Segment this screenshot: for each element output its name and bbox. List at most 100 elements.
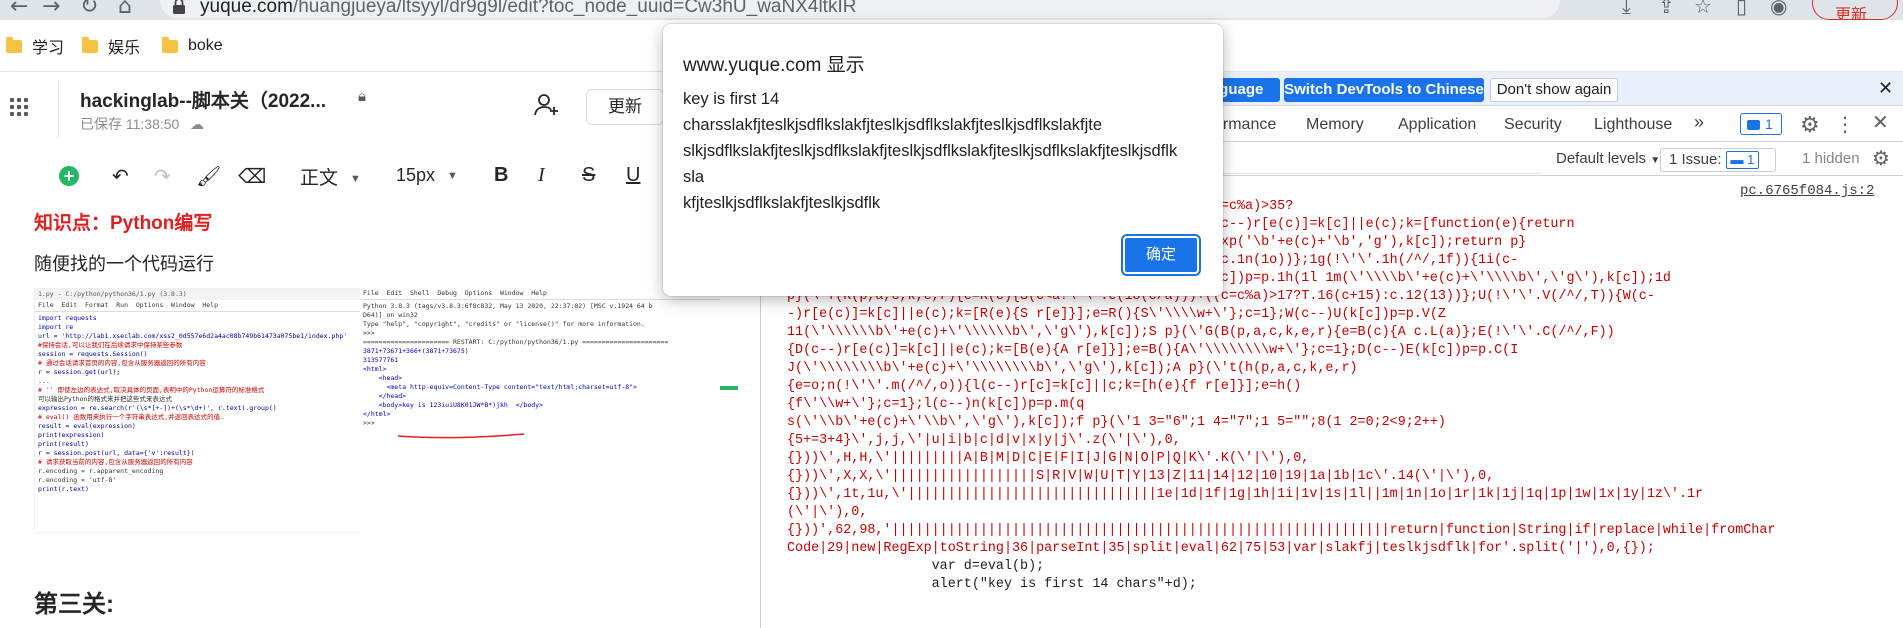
- more-tabs-icon[interactable]: »: [1694, 112, 1704, 133]
- back-icon[interactable]: ←: [10, 0, 28, 19]
- underline-icon[interactable]: U: [626, 164, 640, 187]
- undo-icon[interactable]: ↶: [112, 164, 129, 188]
- console-code-line: {}))\',X,X,\'||||||||||||||||||S|R|V|W|U…: [787, 469, 1495, 484]
- code-line: 313577761: [363, 356, 399, 364]
- reload-icon[interactable]: ↻: [80, 0, 98, 19]
- red-underline-annotation: [397, 433, 525, 439]
- add-collaborator-icon[interactable]: [534, 93, 560, 117]
- clear-format-icon[interactable]: ⌫: [238, 164, 266, 188]
- update-button[interactable]: 更新: [586, 89, 664, 125]
- share-icon[interactable]: ⇪: [1658, 0, 1675, 18]
- cloud-icon: ☁︎: [190, 116, 204, 132]
- folder-icon: [6, 36, 22, 53]
- italic-icon[interactable]: I: [538, 164, 545, 187]
- profile-icon[interactable]: ◉: [1770, 0, 1787, 18]
- code-line: session = requests.Session(): [38, 350, 148, 358]
- bookmark-folder-boke[interactable]: boke: [162, 36, 223, 56]
- strikethrough-icon[interactable]: S: [582, 164, 595, 187]
- private-lock-icon: 🔒︎: [358, 88, 366, 105]
- bookmark-folder-fun[interactable]: 娱乐: [82, 36, 141, 57]
- editor-window-title: 1.py - C:/python/python36/1.py (3.8.3): [35, 289, 363, 300]
- switch-devtools-chinese-button[interactable]: Switch DevTools to Chinese: [1284, 78, 1484, 102]
- code-line: result = eval(expression): [38, 422, 136, 430]
- code-line: >>>: [363, 329, 375, 337]
- paragraph-style-select[interactable]: 正文 ▼: [300, 163, 361, 190]
- console-code-line: {}))',62,98,'|||||||||||||||||||||||||||…: [787, 523, 1776, 538]
- code-screenshot-left: 1.py - C:/python/python36/1.py (3.8.3) F…: [34, 288, 364, 533]
- console-code-line: s(\'\\b\'+e(c)+\'\\b\',\'g\'),k[c]);f p}…: [787, 415, 1446, 430]
- chevron-down-icon: ▼: [1650, 155, 1661, 166]
- download-icon[interactable]: ⤓: [1622, 0, 1631, 18]
- bookmark-label: 娱乐: [108, 40, 141, 57]
- heading-knowledge-point: 知识点：Python编写: [34, 213, 213, 234]
- code-line: <meta http-equiv=Content-Type content="t…: [363, 383, 637, 391]
- message-icon: [1747, 120, 1760, 130]
- home-icon[interactable]: ⌂: [118, 0, 132, 19]
- tab-security[interactable]: Security: [1504, 116, 1562, 134]
- console-code-line: {f\'\\w+\'};c=1};l(c--)n(k[c])p=p.m(q: [787, 397, 1085, 412]
- code-line: #保持会话,可以让我们在后续请求中保持某些参数: [38, 341, 183, 349]
- dialog-title: www.yuque.com 显示: [683, 55, 865, 76]
- format-painter-icon[interactable]: 🖌︎: [196, 164, 221, 188]
- size-value: 15px: [396, 165, 436, 185]
- levels-label: Default levels: [1556, 150, 1647, 167]
- document-title[interactable]: hackinglab--脚本关（2022...: [80, 86, 326, 113]
- dialog-ok-button[interactable]: 确定: [1121, 234, 1201, 276]
- issues-button[interactable]: 1 Issue: ▬ 1: [1660, 148, 1776, 172]
- insert-plus-icon[interactable]: +: [59, 166, 79, 186]
- code-line: print(expression): [38, 431, 105, 439]
- editor-code: import requests import re url = 'http://la…: [35, 312, 363, 496]
- scroll-marker: [720, 386, 738, 390]
- code-line: <head>: [363, 374, 403, 382]
- dialog-message: key is first 14 charsslakfjteslkjsdflksl…: [683, 90, 1178, 212]
- paragraph-text: 随便找的一个代码运行: [34, 254, 214, 274]
- hidden-count: 1 hidden: [1802, 150, 1860, 167]
- bold-icon[interactable]: B: [494, 164, 508, 187]
- code-line: print(result): [38, 440, 89, 448]
- console-code-line: var d=eval(b);: [787, 559, 1045, 574]
- code-line: <html>: [363, 365, 387, 373]
- tab-performance[interactable]: ormance: [1214, 116, 1276, 134]
- bookmark-star-icon[interactable]: ☆: [1694, 0, 1712, 18]
- tab-memory[interactable]: Memory: [1306, 116, 1364, 134]
- bookmark-label: 学习: [32, 40, 65, 57]
- forward-icon[interactable]: →: [42, 0, 60, 19]
- code-line: r.encoding = 'utf-8': [38, 476, 117, 484]
- redo-icon[interactable]: ↷: [154, 164, 171, 188]
- tab-lighthouse[interactable]: Lighthouse: [1594, 116, 1672, 134]
- browser-update-button[interactable]: 更新: [1812, 0, 1898, 24]
- close-icon[interactable]: ✕: [1878, 78, 1893, 99]
- console-code-line: J(\'\\\\\\\\b\'+e(c)+\'\\\\\\\\b\',\'g\'…: [787, 361, 1358, 376]
- more-options-icon[interactable]: ⋮: [1835, 112, 1855, 137]
- issues-label: 1 Issue:: [1669, 151, 1722, 168]
- lock-icon[interactable]: [172, 0, 186, 14]
- code-line: >>>: [363, 419, 375, 427]
- code-line: D64)] on win32: [363, 311, 418, 319]
- code-line: <body>key is 123iuiU8K01JW*B*)jkh </body…: [363, 401, 544, 409]
- tab-application[interactable]: Application: [1398, 116, 1476, 134]
- close-devtools-icon[interactable]: ✕: [1872, 110, 1889, 135]
- console-code-line: {5+=3+4}\',j,j,\'|u|i|b|c|d|v|x|y|j\'.z(…: [787, 433, 1181, 448]
- apps-grid-icon[interactable]: [10, 98, 28, 116]
- console-settings-gear-icon[interactable]: ⚙: [1872, 146, 1890, 171]
- issues-counter-badge[interactable]: 1: [1740, 113, 1782, 135]
- font-size-select[interactable]: 15px ▼: [396, 165, 458, 186]
- console-code-line: (\'|\'),0,: [787, 505, 868, 520]
- code-line: print(r.text): [38, 485, 89, 493]
- sidepanel-icon[interactable]: ▯: [1736, 0, 1747, 18]
- bookmark-label: boke: [188, 37, 223, 54]
- source-link[interactable]: pc.6765f084.js:2: [1740, 183, 1874, 199]
- dont-show-again-button[interactable]: Don't show again: [1490, 78, 1618, 102]
- code-line: </head>: [363, 392, 407, 400]
- settings-gear-icon[interactable]: ⚙: [1800, 112, 1820, 138]
- code-line: # eval() 函数用来执行一个字符串表达式,并返回表达式的值.: [38, 413, 225, 421]
- bookmark-folder-study[interactable]: 学习: [6, 36, 65, 57]
- url-text[interactable]: yuque.com/huangjueya/ltsyyl/dr9g9l/edit?…: [200, 0, 856, 18]
- divider: [58, 82, 59, 138]
- code-line: r.encoding = r.apparent_encoding: [38, 467, 164, 475]
- log-levels-dropdown[interactable]: Default levels ▼: [1556, 150, 1660, 167]
- code-line: expression = re.search(r'(\s*[+-])+(\s*\…: [38, 404, 277, 412]
- console-code-line: Code|29|new|RegExp|toString|36|parseInt|…: [787, 541, 1655, 556]
- code-line: 可以输出Python的格式来并把这些式来表达式: [38, 395, 172, 403]
- code-line: url = 'http://lab1.xseclab.com/xss2_0d55…: [38, 332, 348, 340]
